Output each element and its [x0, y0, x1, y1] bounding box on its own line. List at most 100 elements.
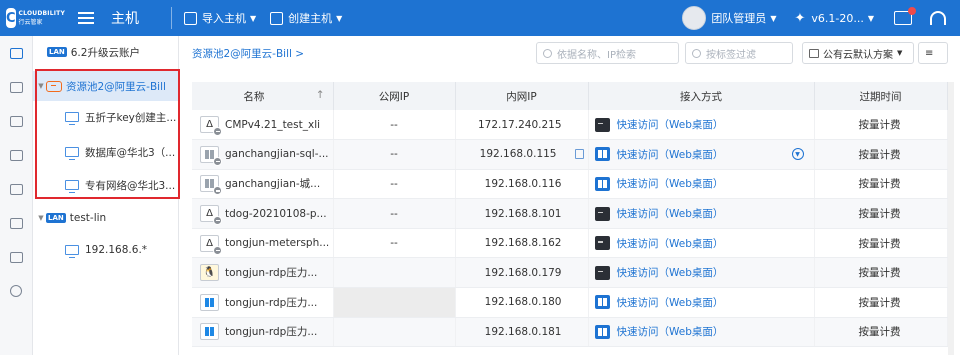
rail-topology[interactable] — [0, 70, 32, 104]
version-label[interactable]: v6.1-20... — [811, 12, 863, 25]
logo[interactable]: C CLOUDBILITY 行云管家 — [0, 8, 65, 28]
column-header-expiry: 过期时间 — [814, 82, 948, 110]
user-name[interactable]: 团队管理员 — [711, 10, 766, 26]
plan-select[interactable]: 公有云默认方案 ▼ — [802, 42, 914, 64]
expiry: 按量计费 — [814, 139, 948, 170]
access-dropdown-icon[interactable]: ▼ — [791, 148, 804, 161]
stopped-status-icon — [213, 245, 222, 255]
stopped-status-icon — [213, 186, 222, 196]
remote-desktop-icon[interactable] — [594, 324, 610, 339]
host-name[interactable]: tongjun-metersph... — [225, 237, 329, 249]
quick-access-link[interactable]: 快速访问（Web桌面） — [617, 117, 724, 132]
sort-options-button[interactable]: ≡ — [918, 42, 948, 64]
tree-item-test-lin[interactable]: ▼ LAN test-lin — [33, 203, 179, 233]
sort-icon: ≡ — [925, 47, 934, 59]
terminal-icon[interactable] — [594, 265, 610, 280]
private-ip: 192.168.0.180 — [455, 287, 589, 318]
table-row[interactable]: 🐧 tongjun-rdp压力... 192.168.0.179 快速访问（Web… — [192, 257, 948, 289]
expiry: 按量计费 — [814, 228, 948, 259]
host-name[interactable]: tdog-20210108-p... — [225, 208, 327, 220]
table-row[interactable]: tongjun-rdp压力... 192.168.0.181 快速访问（Web桌… — [192, 317, 948, 348]
mail-icon[interactable] — [894, 7, 916, 25]
table-row[interactable]: tongjun-rdp压力... 192.168.0.180 快速访问（Web桌… — [192, 287, 948, 318]
quick-access-link[interactable]: 快速访问（Web桌面） — [617, 206, 724, 221]
tree-item-account[interactable]: LAN 6.2升级云账户 — [33, 37, 179, 67]
import-host-button[interactable]: 导入主机 ▼ — [184, 10, 256, 26]
breadcrumb[interactable]: 资源池2@阿里云-Bill > — [192, 46, 304, 61]
import-icon — [184, 11, 197, 25]
tag-filter-placeholder: 按标签过滤 — [706, 49, 756, 61]
create-host-button[interactable]: 创建主机 ▼ — [270, 10, 342, 26]
private-ip: 192.168.8.162 — [455, 228, 589, 259]
terminal-icon[interactable] — [594, 117, 610, 132]
table-row[interactable]: Δ CMPv4.21_test_xli -- 172.17.240.215 快速访… — [192, 110, 948, 141]
tree-item-subnet[interactable]: 192.168.6.* — [33, 235, 179, 265]
public-ip-redacted — [333, 257, 456, 289]
version-chevron-icon[interactable]: ▼ — [868, 14, 874, 23]
tree-item-label: 192.168.6.* — [85, 244, 148, 256]
private-ip: 192.168.0.116 — [455, 169, 589, 200]
rail-clipboard[interactable] — [0, 138, 32, 172]
quick-access-link[interactable]: 快速访问（Web桌面） — [617, 236, 724, 251]
stopped-status-icon — [213, 156, 222, 166]
column-header-name[interactable]: 名称 ↑ — [192, 82, 334, 110]
windows-os-icon — [200, 293, 219, 311]
column-header-public-ip: 公网IP — [333, 82, 456, 110]
linux-os-icon: Δ — [200, 116, 222, 137]
host-name[interactable]: tongjun-rdp压力... — [225, 265, 317, 280]
quick-access-link[interactable]: 快速访问（Web桌面） — [617, 295, 724, 310]
clipboard-icon — [9, 149, 23, 161]
hamburger-menu-icon[interactable] — [78, 12, 94, 24]
user-menu-chevron-icon[interactable]: ▼ — [770, 14, 776, 23]
remote-desktop-icon[interactable] — [594, 176, 610, 191]
host-name[interactable]: CMPv4.21_test_xli — [225, 119, 320, 131]
copy-icon[interactable] — [574, 149, 584, 160]
tag-filter-input[interactable]: 按标签过滤 — [685, 42, 793, 64]
quick-access-link[interactable]: 快速访问（Web桌面） — [617, 265, 724, 280]
headset-icon[interactable] — [930, 11, 946, 25]
expiry: 按量计费 — [814, 317, 948, 348]
tree-item-label: test-lin — [69, 212, 107, 224]
expiry: 按量计费 — [814, 198, 948, 229]
tag-icon — [692, 48, 701, 58]
subnet-icon — [65, 245, 79, 258]
quick-access-link[interactable]: 快速访问（Web桌面） — [617, 147, 724, 162]
terminal-icon[interactable] — [594, 236, 610, 251]
version-star-icon: ✦ — [794, 10, 806, 26]
table-row[interactable]: ganchangjian-城... -- 192.168.0.116 快速访问（… — [192, 169, 948, 200]
search-input[interactable]: 依据名称、IP检索 — [536, 42, 679, 64]
rail-activity[interactable] — [0, 206, 32, 240]
avatar[interactable] — [682, 6, 707, 30]
sort-arrow-icon[interactable]: ↑ — [316, 89, 325, 101]
private-ip-cell: 192.168.0.115 — [455, 139, 589, 170]
tree-item-label: 6.2升级云账户 — [70, 46, 140, 59]
quick-access-link[interactable]: 快速访问（Web桌面） — [617, 324, 724, 339]
table-row[interactable]: Δtdog-20210108-p... -- 192.168.8.101 快速访… — [192, 198, 948, 229]
remote-desktop-icon[interactable] — [594, 295, 610, 310]
rail-list[interactable] — [0, 104, 32, 138]
vertical-scrollbar[interactable] — [948, 82, 954, 355]
topology-icon — [9, 81, 23, 93]
rail-document[interactable] — [0, 172, 32, 206]
table-row[interactable]: Δtongjun-metersph... -- 192.168.8.162 快速… — [192, 228, 948, 259]
terminal-icon[interactable] — [594, 206, 610, 221]
private-ip: 192.168.0.179 — [455, 257, 589, 289]
host-name[interactable]: tongjun-rdp压力... — [225, 324, 317, 339]
activity-icon — [9, 217, 23, 229]
host-table-wrapper: 名称 ↑ 公网IP 内网IP 接入方式 过期时间 Δ CMPv4.21_test_… — [192, 82, 960, 348]
chevron-down-icon: ▼ — [897, 49, 903, 57]
remote-desktop-icon[interactable] — [594, 147, 610, 162]
rail-monitor[interactable] — [0, 36, 32, 70]
windows-os-icon — [200, 175, 222, 196]
linux-os-icon: Δ — [200, 205, 222, 226]
host-name[interactable]: ganchangjian-sql-... — [225, 148, 329, 160]
host-name[interactable]: ganchangjian-城... — [225, 176, 320, 191]
quick-access-link[interactable]: 快速访问（Web桌面） — [617, 176, 724, 191]
linux-os-icon: Δ — [200, 234, 222, 255]
expand-triangle-icon[interactable]: ▼ — [36, 214, 46, 222]
rail-shield[interactable] — [0, 240, 32, 274]
public-ip: -- — [333, 110, 456, 141]
table-row[interactable]: ganchangjian-sql-... -- 192.168.0.115 快速… — [192, 139, 948, 170]
host-name[interactable]: tongjun-rdp压力... — [225, 295, 317, 310]
rail-settings[interactable] — [0, 274, 32, 308]
